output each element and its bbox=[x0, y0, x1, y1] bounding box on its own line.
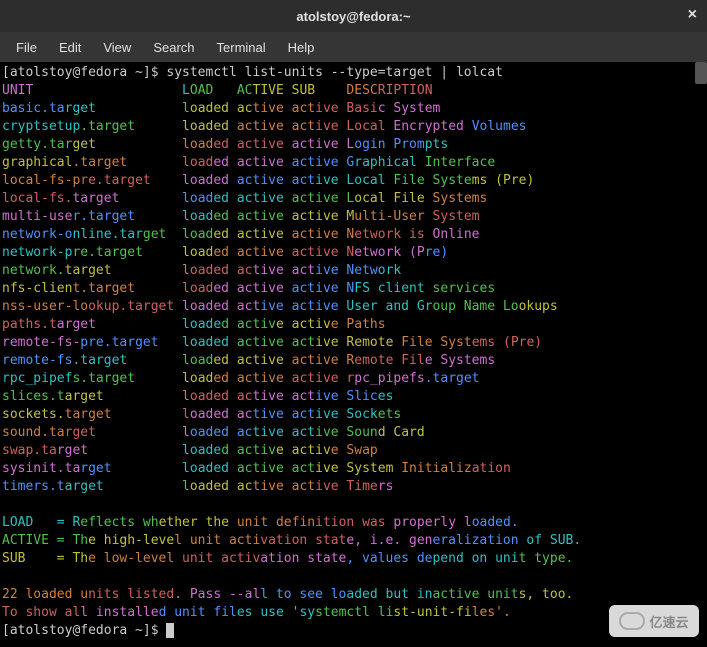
cloud-icon bbox=[619, 612, 645, 630]
watermark: 亿速云 bbox=[609, 605, 699, 637]
menu-edit[interactable]: Edit bbox=[49, 36, 91, 59]
menu-file[interactable]: File bbox=[6, 36, 47, 59]
terminal-output[interactable]: [atolstoy@fedora ~]$ systemctl list-unit… bbox=[0, 62, 707, 647]
window-title: atolstoy@fedora:~ bbox=[296, 9, 410, 24]
menu-bar: File Edit View Search Terminal Help bbox=[0, 32, 707, 62]
menu-terminal[interactable]: Terminal bbox=[207, 36, 276, 59]
scrollbar-thumb[interactable] bbox=[695, 62, 707, 84]
menu-view[interactable]: View bbox=[93, 36, 141, 59]
watermark-text: 亿速云 bbox=[649, 612, 688, 631]
menu-help[interactable]: Help bbox=[278, 36, 325, 59]
menu-search[interactable]: Search bbox=[143, 36, 204, 59]
close-icon[interactable]: × bbox=[688, 6, 697, 24]
window-titlebar: atolstoy@fedora:~ × bbox=[0, 0, 707, 32]
cursor bbox=[166, 623, 174, 638]
